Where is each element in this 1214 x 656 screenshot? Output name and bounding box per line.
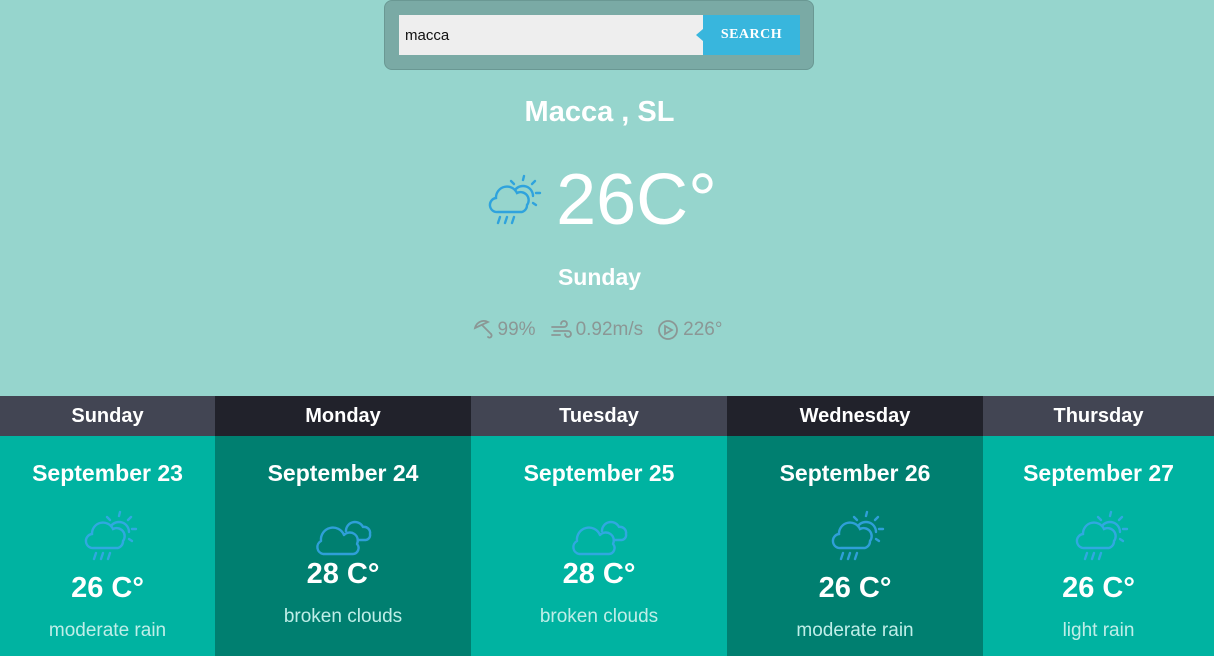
search-button[interactable]: SEARCH [696,15,800,55]
wind-direction-stat: 226° [657,319,722,341]
forecast-date: September 25 [523,460,675,486]
rain-sun-cloud-icon [1069,510,1129,566]
umbrella-icon [473,320,492,339]
city-title: Macca , SL [524,96,675,128]
wind-speed-stat: 0.92m/s [550,319,644,341]
forecast-temperature: 28 C° [562,558,636,590]
forecast-day-name: Sunday [0,396,215,436]
forecast-day-card: Sunday September 23 26 C° moderate rain [0,396,215,656]
search-bar: SEARCH [384,0,814,70]
forecast-strip: Sunday September 23 26 C° moderate rain … [0,396,1214,656]
forecast-day-card: Monday September 24 28 C° broken clouds [215,396,471,656]
forecast-date: September 24 [267,460,419,486]
forecast-temperature: 28 C° [306,558,380,590]
compass-icon [658,320,679,340]
rain-sun-cloud-icon [482,172,542,232]
forecast-temperature: 26 C° [1062,572,1135,604]
forecast-temperature: 26 C° [71,572,144,604]
current-temperature: 26C° [556,160,717,240]
forecast-day-name: Monday [215,396,471,436]
current-day: Sunday [557,264,642,290]
forecast-description: light rain [1062,620,1135,641]
forecast-day-name: Tuesday [471,396,727,436]
forecast-day-card: Thursday September 27 26 C° light rain [983,396,1214,656]
forecast-day-body: September 26 26 C° moderate rain [727,436,983,656]
search-input[interactable] [399,15,703,55]
wind-speed-value: 0.92m/s [575,319,644,340]
forecast-day-body: September 27 26 C° light rain [983,436,1214,656]
forecast-day-body: September 25 28 C° broken clouds [471,436,727,656]
forecast-date: September 27 [1023,460,1174,486]
forecast-description: moderate rain [796,620,914,641]
forecast-day-name: Wednesday [727,396,983,436]
wind-direction-value: 226° [683,319,723,340]
forecast-description: moderate rain [48,620,167,641]
forecast-day-name: Thursday [983,396,1214,436]
humidity-stat: 99% [472,319,536,341]
forecast-date: September 26 [779,460,931,486]
forecast-day-body: September 23 26 C° moderate rain [0,436,215,656]
current-weather-panel: SEARCH Macca , SL 26C° Sunday 99% 0.92m/… [0,0,1214,396]
forecast-day-body: September 24 28 C° broken clouds [215,436,471,656]
forecast-day-card: Tuesday September 25 28 C° broken clouds [471,396,727,656]
weather-stats: 99% 0.92m/s 226° [0,316,1194,344]
rain-sun-cloud-icon [78,510,138,566]
humidity-value: 99% [497,319,536,340]
forecast-description: broken clouds [539,606,659,627]
rain-sun-cloud-icon [825,510,885,566]
forecast-description: broken clouds [283,606,403,627]
forecast-temperature: 26 C° [818,572,892,604]
forecast-day-card: Wednesday September 26 26 C° moderate ra… [727,396,983,656]
forecast-date: September 23 [32,460,183,486]
current-conditions: 26C° [0,160,1199,240]
wind-icon [550,320,572,338]
